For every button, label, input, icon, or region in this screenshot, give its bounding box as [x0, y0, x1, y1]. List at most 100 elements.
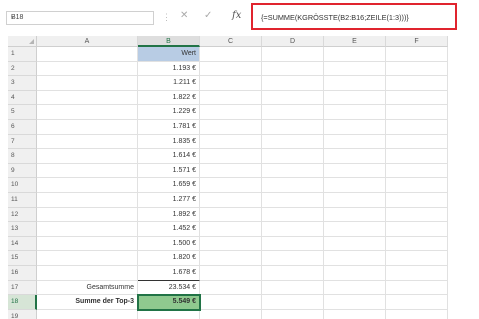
cell-d16[interactable] [262, 266, 324, 281]
cell-f5[interactable] [386, 105, 448, 120]
cell-e10[interactable] [324, 178, 386, 193]
cell-b3[interactable]: 1.211 € [138, 76, 200, 91]
cell-b2[interactable]: 1.193 € [138, 61, 200, 77]
cell-a6[interactable] [37, 120, 138, 135]
cell-f17[interactable] [386, 280, 448, 296]
row-header[interactable]: 13 [8, 222, 37, 237]
cell-d19[interactable] [262, 309, 324, 319]
cell-a1[interactable] [37, 47, 138, 62]
column-header-c[interactable]: C [200, 36, 262, 47]
cell-b17[interactable]: 23.534 € [138, 279, 200, 296]
row-header[interactable]: 4 [8, 90, 37, 106]
cell-e9[interactable] [324, 163, 386, 179]
cell-d17[interactable] [262, 280, 324, 296]
cell-a13[interactable] [37, 222, 138, 237]
cell-b12[interactable]: 1.892 € [138, 207, 200, 223]
cell-e4[interactable] [324, 90, 386, 106]
cell-d2[interactable] [262, 61, 324, 77]
cell-f2[interactable] [386, 61, 448, 77]
cell-d8[interactable] [262, 149, 324, 164]
row-header[interactable]: 6 [8, 120, 37, 135]
cell-c11[interactable] [200, 193, 262, 208]
row-header[interactable]: 9 [8, 163, 37, 179]
column-header-b[interactable]: B [138, 36, 200, 47]
cell-d6[interactable] [262, 120, 324, 135]
cell-c5[interactable] [200, 105, 262, 120]
select-all-button[interactable] [8, 36, 37, 47]
cell-d3[interactable] [262, 76, 324, 91]
cell-a5[interactable] [37, 105, 138, 120]
column-header-e[interactable]: E [324, 36, 386, 47]
column-header-f[interactable]: F [386, 36, 448, 47]
cell-b13[interactable]: 1.452 € [138, 222, 200, 237]
cell-a2[interactable] [37, 61, 138, 77]
cell-c4[interactable] [200, 90, 262, 106]
cell-f18[interactable] [386, 295, 448, 310]
cell-e18[interactable] [324, 295, 386, 310]
cell-f16[interactable] [386, 266, 448, 281]
cell-e16[interactable] [324, 266, 386, 281]
cell-d11[interactable] [262, 193, 324, 208]
row-header[interactable]: 15 [8, 251, 37, 266]
cell-c10[interactable] [200, 178, 262, 193]
cell-f9[interactable] [386, 163, 448, 179]
row-header[interactable]: 8 [8, 149, 37, 164]
cell-f4[interactable] [386, 90, 448, 106]
cell-e17[interactable] [324, 280, 386, 296]
cell-a12[interactable] [37, 207, 138, 223]
cell-d10[interactable] [262, 178, 324, 193]
cell-c18[interactable] [200, 295, 262, 310]
cell-b16[interactable]: 1.678 € [138, 266, 200, 281]
row-header[interactable]: 18 [8, 295, 37, 310]
cell-b6[interactable]: 1.781 € [138, 120, 200, 135]
row-header[interactable]: 10 [8, 178, 37, 193]
cell-f14[interactable] [386, 236, 448, 252]
cell-f19[interactable] [386, 309, 448, 319]
row-header[interactable]: 12 [8, 207, 37, 223]
cell-e3[interactable] [324, 76, 386, 91]
cell-d12[interactable] [262, 207, 324, 223]
cell-c7[interactable] [200, 134, 262, 150]
cell-b14[interactable]: 1.500 € [138, 236, 200, 252]
cell-c15[interactable] [200, 251, 262, 266]
cell-f11[interactable] [386, 193, 448, 208]
cell-d5[interactable] [262, 105, 324, 120]
cell-f10[interactable] [386, 178, 448, 193]
cell-c12[interactable] [200, 207, 262, 223]
cell-a11[interactable] [37, 193, 138, 208]
cell-f15[interactable] [386, 251, 448, 266]
cell-e6[interactable] [324, 120, 386, 135]
column-header-d[interactable]: D [262, 36, 324, 47]
cell-b9[interactable]: 1.571 € [138, 163, 200, 179]
cell-e11[interactable] [324, 193, 386, 208]
cell-d18[interactable] [262, 295, 324, 310]
cell-f12[interactable] [386, 207, 448, 223]
cell-e14[interactable] [324, 236, 386, 252]
cell-f3[interactable] [386, 76, 448, 91]
cell-c19[interactable] [200, 309, 262, 319]
row-header[interactable]: 14 [8, 236, 37, 252]
name-box[interactable]: B18 ▾ [6, 11, 154, 25]
cell-d14[interactable] [262, 236, 324, 252]
cell-c9[interactable] [200, 163, 262, 179]
row-header[interactable]: 11 [8, 193, 37, 208]
row-header[interactable]: 17 [8, 280, 37, 296]
cell-b15[interactable]: 1.820 € [138, 251, 200, 266]
cell-d4[interactable] [262, 90, 324, 106]
cell-d15[interactable] [262, 251, 324, 266]
cell-a10[interactable] [37, 178, 138, 193]
cell-b4[interactable]: 1.822 € [138, 90, 200, 106]
cell-a18[interactable]: Summe der Top-3 [37, 295, 138, 310]
cell-b19[interactable] [138, 309, 200, 319]
cell-b11[interactable]: 1.277 € [138, 193, 200, 208]
cell-d9[interactable] [262, 163, 324, 179]
cell-a8[interactable] [37, 149, 138, 164]
cell-e12[interactable] [324, 207, 386, 223]
cell-a17[interactable]: Gesamtsumme [37, 280, 138, 296]
row-header[interactable]: 19 [8, 309, 37, 319]
cell-e2[interactable] [324, 61, 386, 77]
cell-e19[interactable] [324, 309, 386, 319]
cancel-icon[interactable]: ✕ [180, 10, 188, 21]
cell-f7[interactable] [386, 134, 448, 150]
cell-a7[interactable] [37, 134, 138, 150]
